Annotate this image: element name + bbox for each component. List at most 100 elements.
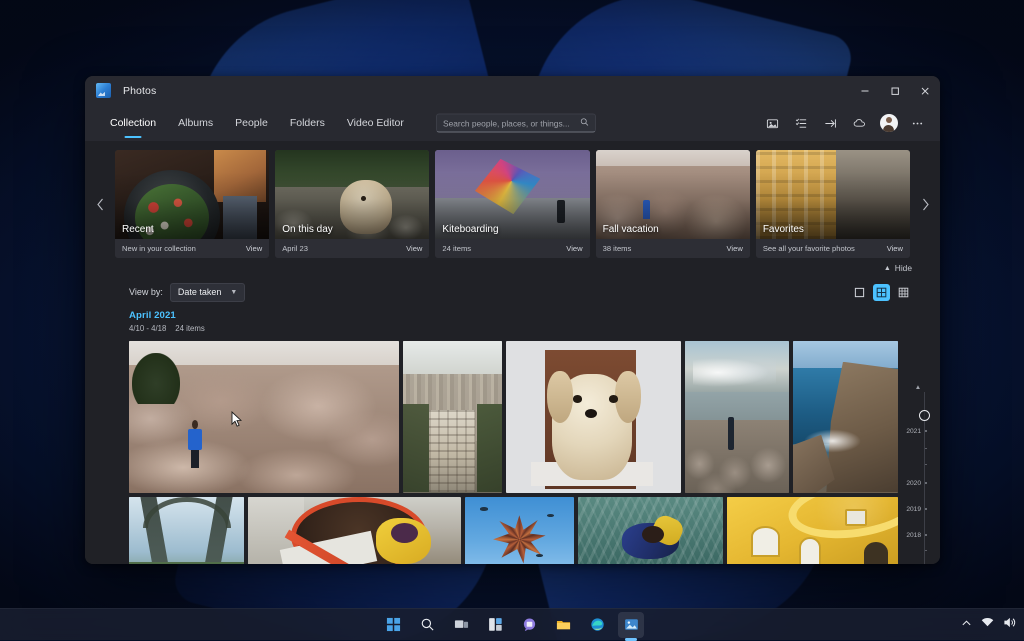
share-icon[interactable] xyxy=(816,110,845,136)
timeline-tick[interactable] xyxy=(898,563,938,564)
photo-thumbnail-star-sculpture[interactable] xyxy=(464,496,575,564)
layout-grid-icon[interactable] xyxy=(873,283,890,301)
photo-thumbnail-rocky-beach[interactable] xyxy=(684,340,789,493)
carousel-card-fall-vacation[interactable]: Fall vacation 38 items View xyxy=(595,150,750,258)
card-thumbnail: Favorites xyxy=(755,150,910,239)
timeline-tick[interactable] xyxy=(898,463,938,466)
view-controls-row: View by: Date taken ▼ xyxy=(85,279,940,305)
photo-thumbnail-swimmer-in-water[interactable] xyxy=(578,496,723,564)
carousel-card-recent[interactable]: Recent New in your collection View xyxy=(115,150,270,258)
onedrive-cloud-icon[interactable] xyxy=(845,110,874,136)
maximize-button[interactable] xyxy=(880,76,910,105)
chevron-left-icon[interactable] xyxy=(85,150,115,258)
carousel-card-kiteboarding[interactable]: Kiteboarding 24 items View xyxy=(435,150,590,258)
hide-row: ▲ Hide xyxy=(85,260,940,276)
carousel-card-favorites[interactable]: Favorites See all your favorite photos V… xyxy=(755,150,910,258)
card-footer: April 23 View xyxy=(275,239,430,258)
import-icon[interactable] xyxy=(758,110,787,136)
timeline-tick[interactable]: 2021 xyxy=(898,428,938,435)
card-view-link[interactable]: View xyxy=(246,244,262,253)
timeline-tick[interactable] xyxy=(898,447,938,450)
app-title: Photos xyxy=(123,84,157,97)
card-thumbnail: Fall vacation xyxy=(595,150,750,239)
tick-dot xyxy=(925,508,927,510)
minimize-button[interactable] xyxy=(850,76,880,105)
tab-folders[interactable]: Folders xyxy=(279,105,336,141)
card-subtitle: New in your collection xyxy=(122,244,196,253)
user-avatar xyxy=(879,114,898,132)
photo-grid xyxy=(85,340,940,564)
scrub-track[interactable]: 2021 2020 2019 2018 xyxy=(898,391,938,564)
timeline-tick[interactable] xyxy=(898,549,938,552)
photo-thumbnail-desert-rocks-hiker[interactable] xyxy=(129,340,400,493)
photo-thumbnail-coastal-cliff[interactable] xyxy=(792,340,898,493)
card-view-link[interactable]: View xyxy=(406,244,422,253)
card-footer: 38 items View xyxy=(595,239,750,258)
tray-chevron-up-icon[interactable] xyxy=(961,616,972,634)
card-subtitle: 38 items xyxy=(602,244,632,253)
date-group-title[interactable]: April 2021 xyxy=(129,310,940,321)
tick-label: 2021 xyxy=(906,427,921,435)
close-button[interactable] xyxy=(910,76,940,105)
start-icon[interactable] xyxy=(380,612,406,638)
nav-tabs: Collection Albums People Folders Video E… xyxy=(99,105,415,141)
navigation-bar: Collection Albums People Folders Video E… xyxy=(85,105,940,141)
wifi-icon[interactable] xyxy=(981,616,994,634)
taskbar-items xyxy=(380,611,644,638)
chat-teams-icon[interactable] xyxy=(516,612,542,638)
title-bar: Photos xyxy=(85,76,940,105)
layout-dense-icon[interactable] xyxy=(895,284,912,301)
photos-app-icon[interactable] xyxy=(618,611,644,638)
card-view-link[interactable]: View xyxy=(566,244,582,253)
search-icon xyxy=(580,118,589,129)
edge-browser-icon[interactable] xyxy=(584,612,610,638)
layout-large-icon[interactable] xyxy=(851,284,868,301)
photo-thumbnail-eiffel-tower-base[interactable] xyxy=(129,496,245,564)
memories-carousel: Recent New in your collection View On th… xyxy=(85,150,940,258)
tick-label: 2018 xyxy=(906,531,921,539)
search-placeholder: Search people, places, or things... xyxy=(443,118,570,128)
timeline-tick[interactable]: 2019 xyxy=(898,506,938,513)
tab-people[interactable]: People xyxy=(224,105,279,141)
task-view-icon[interactable] xyxy=(448,612,474,638)
photo-thumbnail-gardening-planting[interactable] xyxy=(248,496,461,564)
file-explorer-icon[interactable] xyxy=(550,612,576,638)
chevron-right-icon[interactable] xyxy=(910,150,940,258)
tab-video-editor[interactable]: Video Editor xyxy=(336,105,415,141)
tick-dot xyxy=(925,482,927,484)
photo-thumbnail-fluffy-dog-chair[interactable] xyxy=(506,340,681,493)
card-view-link[interactable]: View xyxy=(726,244,742,253)
card-title: Recent xyxy=(122,224,154,235)
search-icon[interactable] xyxy=(414,612,440,638)
carousel-cards: Recent New in your collection View On th… xyxy=(115,150,910,258)
photo-thumbnail-aerial-city-view[interactable] xyxy=(403,340,503,493)
carousel-card-on-this-day[interactable]: On this day April 23 View xyxy=(275,150,430,258)
timeline-scrubber[interactable]: ▲ 2021 2020 2019 2018 xyxy=(898,384,938,564)
tab-collection[interactable]: Collection xyxy=(99,105,167,141)
toolbar xyxy=(758,110,940,136)
tick-label: 2019 xyxy=(906,505,921,513)
tick-label: 2020 xyxy=(906,479,921,487)
card-view-link[interactable]: View xyxy=(887,244,903,253)
scrub-handle[interactable] xyxy=(919,409,930,421)
chevron-down-icon: ▼ xyxy=(230,288,238,296)
volume-icon[interactable] xyxy=(1003,616,1016,634)
select-list-icon[interactable] xyxy=(787,110,816,136)
card-title: Fall vacation xyxy=(602,224,659,235)
layout-toggle-group xyxy=(851,283,912,301)
photo-thumbnail-yellow-palace[interactable] xyxy=(726,496,898,564)
card-title: On this day xyxy=(282,224,333,235)
search-input[interactable]: Search people, places, or things... xyxy=(436,113,596,133)
avatar[interactable] xyxy=(874,110,903,136)
card-title: Kiteboarding xyxy=(442,224,499,235)
timeline-tick[interactable]: 2018 xyxy=(898,532,938,539)
tick-dot xyxy=(925,534,927,536)
more-options-icon[interactable] xyxy=(903,110,932,136)
hide-carousel-button[interactable]: ▲ Hide xyxy=(884,263,912,273)
date-group-meta: 4/10 - 4/18 24 items xyxy=(129,324,940,333)
view-by-dropdown[interactable]: Date taken ▼ xyxy=(169,282,246,302)
timeline-tick[interactable]: 2020 xyxy=(898,480,938,487)
tab-albums[interactable]: Albums xyxy=(167,105,224,141)
widgets-icon[interactable] xyxy=(482,612,508,638)
tick-dot xyxy=(925,549,927,552)
